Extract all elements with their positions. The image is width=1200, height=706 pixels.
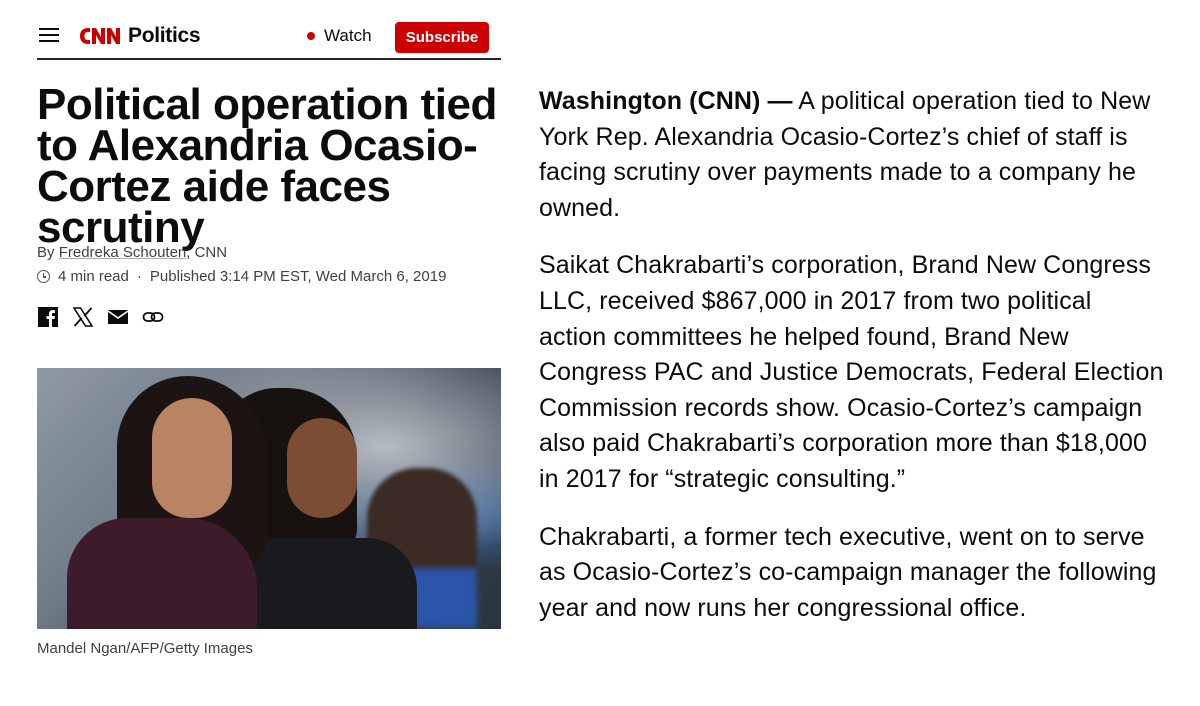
subscribe-button[interactable]: Subscribe <box>395 22 489 53</box>
live-dot-icon <box>307 32 315 40</box>
read-time: 4 min read <box>58 268 129 285</box>
watch-link[interactable]: Watch <box>307 26 372 46</box>
article-headline: Political operation tied to Alexandria O… <box>37 80 497 252</box>
hamburger-menu-icon[interactable] <box>39 28 59 42</box>
article-photo[interactable] <box>37 368 501 629</box>
byline-outlet: , CNN <box>186 244 228 261</box>
x-icon[interactable] <box>72 306 94 328</box>
published-timestamp: Published 3:14 PM EST, Wed March 6, 2019 <box>149 268 447 285</box>
share-bar <box>37 306 164 328</box>
photo-figure-left-body <box>67 518 257 629</box>
byline: By Fredreka Schouten, CNN <box>37 244 227 261</box>
dateline: Washington (CNN) — <box>539 87 793 115</box>
photo-credit: Mandel Ngan/AFP/Getty Images <box>37 640 253 657</box>
article-meta: 4 min read · Published 3:14 PM EST, Wed … <box>37 268 446 285</box>
article-paragraph-1: Washington (CNN) — A political operation… <box>539 84 1164 226</box>
meta-separator: · <box>136 268 142 285</box>
article-paragraph-2: Saikat Chakrabarti’s corporation, Brand … <box>539 251 1164 493</box>
clock-icon <box>37 270 50 283</box>
facebook-icon[interactable] <box>37 306 59 328</box>
link-icon[interactable] <box>142 306 164 328</box>
watch-label: Watch <box>324 26 372 45</box>
cnn-logo[interactable] <box>77 24 125 48</box>
email-icon[interactable] <box>107 306 129 328</box>
photo-figure-left-face <box>152 398 232 518</box>
section-name[interactable]: Politics <box>128 24 201 48</box>
site-header: Politics Watch Subscribe <box>37 18 501 60</box>
author-link[interactable]: Fredreka Schouten <box>59 244 187 261</box>
article-paragraph-3: Chakrabarti, a former tech executive, we… <box>539 522 1157 622</box>
byline-prefix: By <box>37 244 55 261</box>
photo-figure-middle-face <box>287 418 357 518</box>
article-body: Washington (CNN) — A political operation… <box>539 84 1164 648</box>
